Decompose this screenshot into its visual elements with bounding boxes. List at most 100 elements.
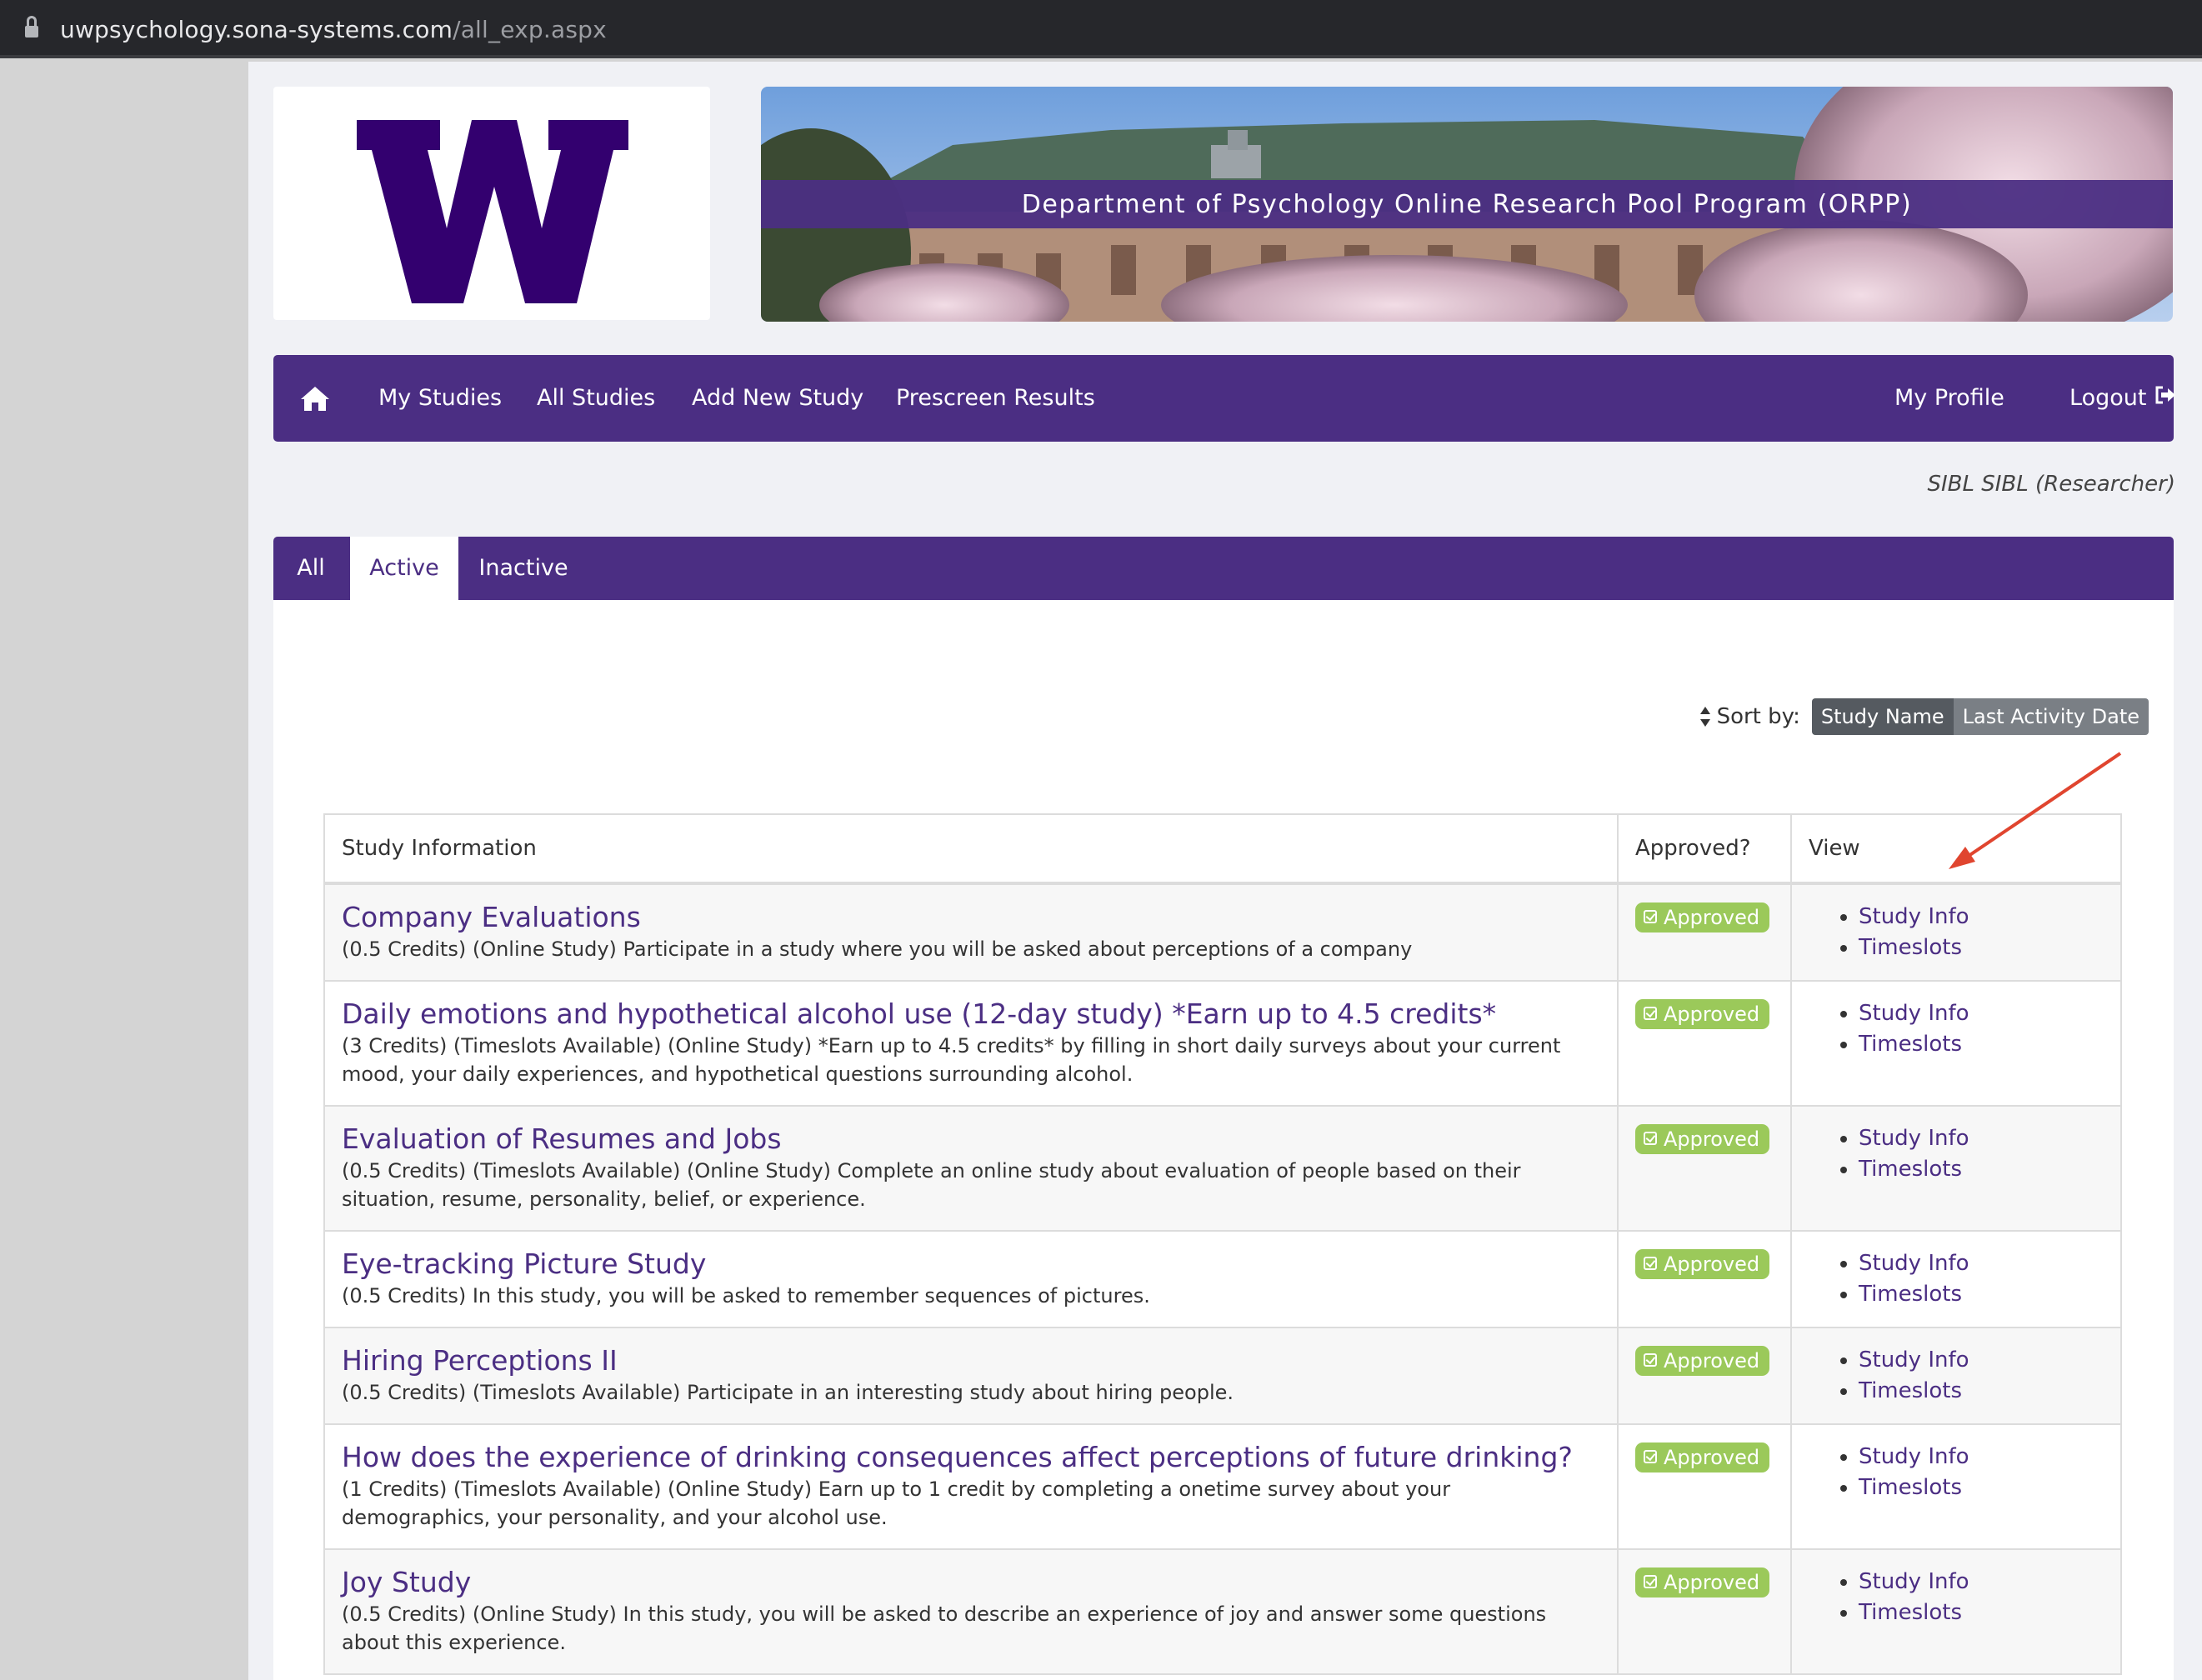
view-cell: Study Info Timeslots xyxy=(1790,882,2122,982)
study-info-link[interactable]: Study Info xyxy=(1859,1348,1969,1372)
logout-icon xyxy=(2154,354,2176,441)
sort-icon xyxy=(1699,707,1710,727)
check-square-icon xyxy=(1644,1450,1657,1463)
check-square-icon xyxy=(1644,1353,1657,1367)
study-info-cell: Evaluation of Resumes and Jobs (0.5 Credi… xyxy=(323,1105,1619,1232)
list-item: Timeslots xyxy=(1859,1279,2104,1310)
view-cell: Study Info Timeslots xyxy=(1790,1105,2122,1232)
study-info-cell: How does the experience of drinking cons… xyxy=(323,1423,1619,1550)
view-cell: Study Info Timeslots xyxy=(1790,980,2122,1107)
study-description: (3 Credits) (Timeslots Available) (Onlin… xyxy=(342,1034,1561,1086)
list-item: Timeslots xyxy=(1859,1472,2104,1503)
page-content: Department of Psychology Online Research… xyxy=(248,62,2202,1680)
study-info-cell: Eye-tracking Picture Study (0.5 Credits) … xyxy=(323,1230,1619,1328)
url-path: /all_exp.aspx xyxy=(453,15,607,43)
home-icon-glyph xyxy=(301,387,329,411)
studies-panel: Sort by: Study Name Last Activity Date S… xyxy=(273,600,2174,1680)
tab-all[interactable]: All xyxy=(273,537,348,600)
approved-badge-label: Approved xyxy=(1664,906,1760,929)
approved-badge-label: Approved xyxy=(1664,1002,1760,1026)
approved-cell: Approved xyxy=(1617,1105,1792,1232)
university-logo[interactable] xyxy=(273,87,710,320)
study-description: (0.5 Credits) (Timeslots Available) (Onl… xyxy=(342,1159,1521,1211)
study-description: (0.5 Credits) (Online Study) Participate… xyxy=(342,938,1413,961)
study-description: (0.5 Credits) In this study, you will be… xyxy=(342,1284,1150,1308)
nav-add-new-study[interactable]: Add New Study xyxy=(692,355,863,442)
nav-all-studies[interactable]: All Studies xyxy=(537,355,655,442)
list-item: Study Info xyxy=(1859,1248,2104,1279)
table-row: Joy Study (0.5 Credits) (Online Study) In… xyxy=(323,1548,2122,1675)
timeslots-link[interactable]: Timeslots xyxy=(1859,1475,1962,1500)
list-item: Timeslots xyxy=(1859,932,2104,963)
lock-icon xyxy=(25,15,38,41)
browser-address-bar: uwpsychology.sona-systems.com/all_exp.as… xyxy=(0,0,2202,58)
timeslots-link[interactable]: Timeslots xyxy=(1859,1157,1962,1182)
home-icon[interactable] xyxy=(300,385,330,412)
header-banner: Department of Psychology Online Research… xyxy=(761,87,2173,322)
view-links-list: Study Info Timeslots xyxy=(1809,1123,2104,1185)
table-row: Eye-tracking Picture Study (0.5 Credits) … xyxy=(323,1230,2122,1328)
study-title-link[interactable]: How does the experience of drinking cons… xyxy=(342,1442,1573,1473)
list-item: Study Info xyxy=(1859,1123,2104,1154)
approved-badge: Approved xyxy=(1635,1124,1770,1154)
study-info-cell: Joy Study (0.5 Credits) (Online Study) In… xyxy=(323,1548,1619,1675)
table-row: Daily emotions and hypothetical alcohol … xyxy=(323,980,2122,1107)
table-row: Evaluation of Resumes and Jobs (0.5 Credi… xyxy=(323,1105,2122,1232)
table-row: Company Evaluations (0.5 Credits) (Online… xyxy=(323,882,2122,982)
study-info-link[interactable]: Study Info xyxy=(1859,1569,1969,1594)
list-item: Timeslots xyxy=(1859,1376,2104,1407)
study-filter-tabs: All Active Inactive xyxy=(273,537,2174,600)
study-title-link[interactable]: Company Evaluations xyxy=(342,902,641,933)
tab-active[interactable]: Active xyxy=(350,537,458,600)
approved-cell: Approved xyxy=(1617,1548,1792,1675)
logout-icon-glyph xyxy=(2155,386,2176,403)
study-title-link[interactable]: Joy Study xyxy=(342,1567,471,1598)
list-item: Timeslots xyxy=(1859,1154,2104,1185)
url-field[interactable]: uwpsychology.sona-systems.com/all_exp.as… xyxy=(25,0,607,58)
list-item: Study Info xyxy=(1859,1345,2104,1376)
main-navbar: My Studies All Studies Add New Study Pre… xyxy=(273,355,2176,442)
timeslots-link[interactable]: Timeslots xyxy=(1859,1600,1962,1625)
timeslots-link[interactable]: Timeslots xyxy=(1859,1282,1962,1307)
check-square-icon xyxy=(1644,910,1657,923)
timeslots-link[interactable]: Timeslots xyxy=(1859,935,1962,960)
sort-by-study-name-button[interactable]: Study Name xyxy=(1811,698,1954,735)
sort-by-last-activity-button[interactable]: Last Activity Date xyxy=(1953,698,2149,735)
view-cell: Study Info Timeslots xyxy=(1790,1230,2122,1328)
study-info-link[interactable]: Study Info xyxy=(1859,1126,1969,1151)
nav-logout[interactable]: Logout xyxy=(2069,355,2176,442)
approved-badge: Approved xyxy=(1635,1442,1770,1472)
study-title-link[interactable]: Eye-tracking Picture Study xyxy=(342,1248,706,1280)
header-study-information: Study Information xyxy=(323,813,1619,885)
study-info-link[interactable]: Study Info xyxy=(1859,904,1969,929)
view-links-list: Study Info Timeslots xyxy=(1809,1442,2104,1503)
study-title-link[interactable]: Daily emotions and hypothetical alcohol … xyxy=(342,998,1496,1030)
approved-badge: Approved xyxy=(1635,902,1770,932)
view-links-list: Study Info Timeslots xyxy=(1809,1248,2104,1310)
list-item: Study Info xyxy=(1859,1567,2104,1598)
study-title-link[interactable]: Hiring Perceptions II xyxy=(342,1345,618,1377)
studies-table-body: Company Evaluations (0.5 Credits) (Online… xyxy=(323,882,2122,1675)
study-title-link[interactable]: Evaluation of Resumes and Jobs xyxy=(342,1123,782,1155)
approved-cell: Approved xyxy=(1617,980,1792,1107)
timeslots-link[interactable]: Timeslots xyxy=(1859,1032,1962,1057)
approved-badge-label: Approved xyxy=(1664,1446,1760,1469)
study-info-link[interactable]: Study Info xyxy=(1859,1251,1969,1276)
view-links-list: Study Info Timeslots xyxy=(1809,998,2104,1060)
banner-title-strip: Department of Psychology Online Research… xyxy=(761,180,2173,228)
study-info-cell: Daily emotions and hypothetical alcohol … xyxy=(323,980,1619,1107)
study-info-link[interactable]: Study Info xyxy=(1859,1001,1969,1026)
study-info-link[interactable]: Study Info xyxy=(1859,1444,1969,1469)
sort-label-text: Sort by: xyxy=(1716,704,1800,729)
nav-prescreen-results[interactable]: Prescreen Results xyxy=(896,355,1095,442)
timeslots-link[interactable]: Timeslots xyxy=(1859,1378,1962,1403)
nav-my-profile[interactable]: My Profile xyxy=(1894,355,2004,442)
nav-my-studies[interactable]: My Studies xyxy=(378,355,502,442)
approved-badge: Approved xyxy=(1635,999,1770,1029)
list-item: Timeslots xyxy=(1859,1598,2104,1628)
tab-inactive[interactable]: Inactive xyxy=(458,537,588,600)
view-cell: Study Info Timeslots xyxy=(1790,1327,2122,1425)
check-square-icon xyxy=(1644,1257,1657,1270)
url-text[interactable]: uwpsychology.sona-systems.com/all_exp.as… xyxy=(60,16,607,43)
w-logo-mark xyxy=(357,120,628,303)
